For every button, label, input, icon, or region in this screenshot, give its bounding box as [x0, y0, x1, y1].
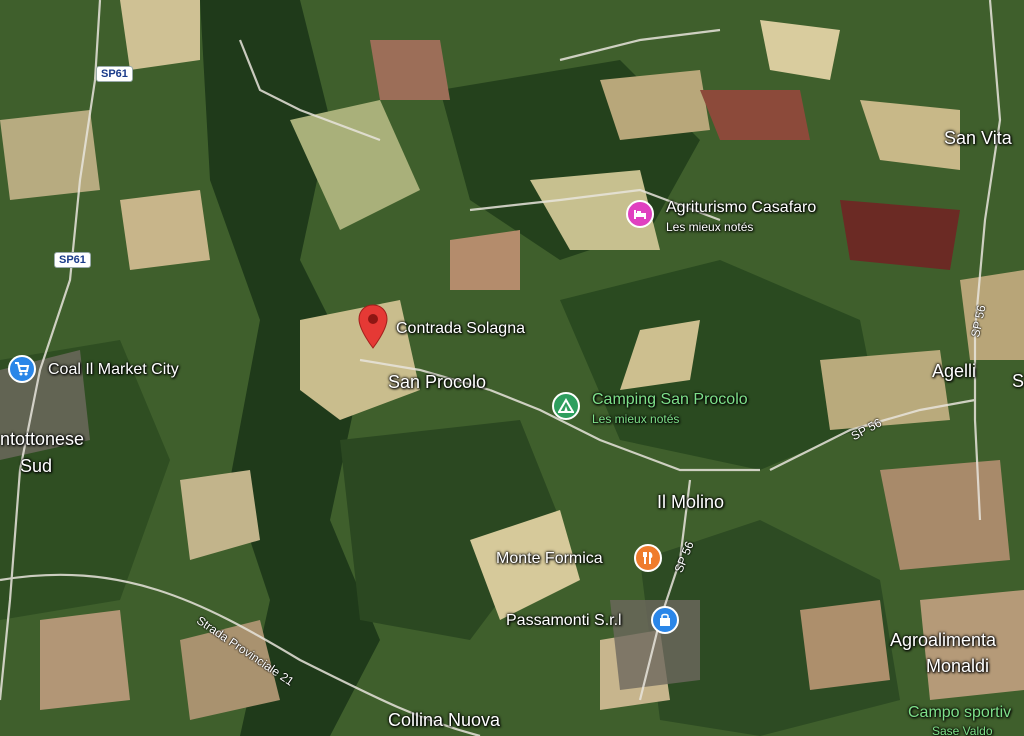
place-label-pontottonese-sud[interactable]: Sud — [20, 456, 52, 477]
place-label-pontottonese[interactable]: ntottonese — [0, 429, 84, 450]
road-shield-sp61-mid: SP61 — [54, 252, 91, 268]
bed-icon[interactable] — [626, 200, 654, 228]
place-label-san-procolo[interactable]: San Procolo — [388, 372, 486, 393]
road-shield-sp61-top: SP61 — [96, 66, 133, 82]
place-label-contrada-solagna[interactable]: Contrada Solagna — [396, 320, 525, 338]
location-pin-icon[interactable] — [358, 304, 388, 350]
place-label-edge-s[interactable]: S — [1012, 371, 1024, 392]
poi-label-monte-formica[interactable]: Monte Formica — [496, 550, 603, 568]
poi-label-campo-sportivo[interactable]: Campo sportiv — [908, 704, 1011, 722]
fork-knife-icon[interactable] — [634, 544, 662, 572]
poi-label-coal[interactable]: Coal Il Market City — [48, 361, 179, 379]
place-label-agroalimentare[interactable]: Agroalimenta — [890, 630, 996, 651]
satellite-map[interactable]: SP61 SP61 SP 56 SP 56 SP 56 Strada Provi… — [0, 0, 1024, 736]
poi-label-agriturismo[interactable]: Agriturismo Casafaro — [666, 199, 816, 217]
poi-sublabel-agriturismo: Les mieux notés — [666, 220, 754, 234]
place-label-monaldi[interactable]: Monaldi — [926, 656, 989, 677]
shopping-bag-icon[interactable] — [651, 606, 679, 634]
poi-label-passamonti[interactable]: Passamonti S.r.l — [506, 612, 622, 630]
place-label-agelli[interactable]: Agelli — [932, 361, 976, 382]
place-label-collina-nuova[interactable]: Collina Nuova — [388, 710, 500, 731]
poi-sublabel-campo-sportivo: Sase Valdo — [932, 724, 993, 736]
shopping-cart-icon[interactable] — [8, 355, 36, 383]
poi-sublabel-camping: Les mieux notés — [592, 412, 680, 426]
place-label-il-molino[interactable]: Il Molino — [657, 492, 724, 513]
poi-label-camping[interactable]: Camping San Procolo — [592, 391, 748, 409]
tent-icon[interactable] — [552, 392, 580, 420]
place-label-san-vita[interactable]: San Vita — [944, 128, 1012, 149]
